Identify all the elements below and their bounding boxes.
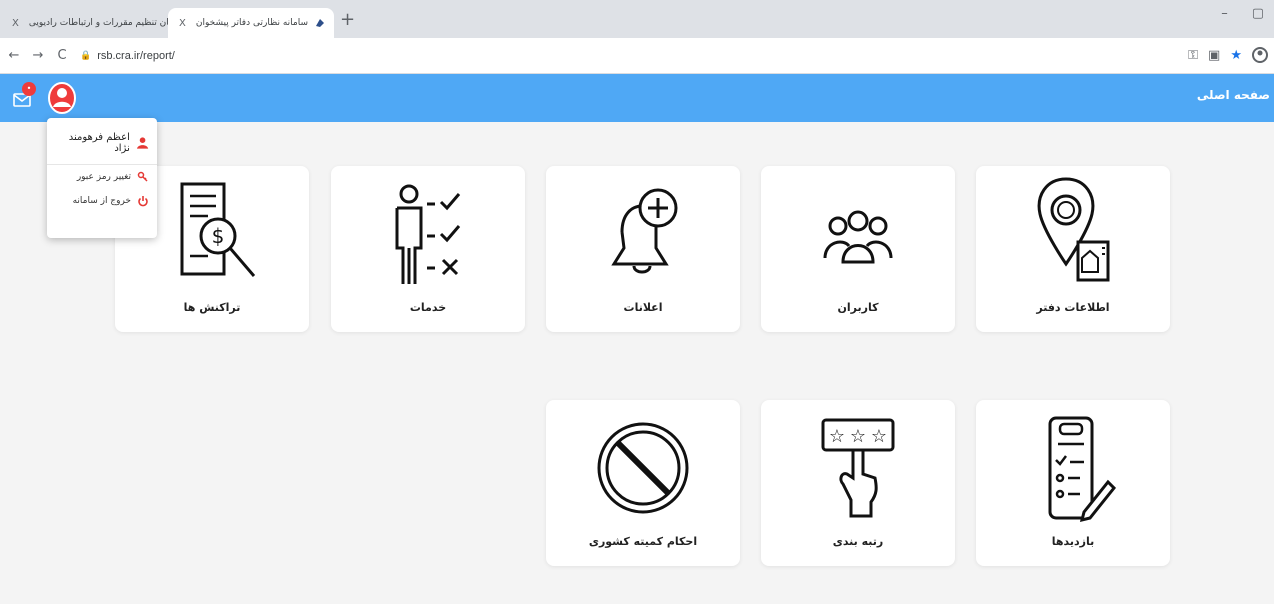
card-users[interactable]: کاربران [761, 166, 955, 332]
user-menu: اعظم فرهومند نژاد تغییر رمز عبور خروج از… [47, 118, 157, 238]
location-building-icon [1037, 177, 1110, 282]
translate-icon[interactable]: ▣ [1208, 48, 1220, 63]
home-link[interactable]: صفحه اصلی [1197, 88, 1270, 102]
checklist-pencil-icon [1048, 416, 1117, 523]
card-label: تراکنش ها [183, 301, 241, 314]
tab-close-icon[interactable]: X [179, 18, 186, 29]
person-checklist-icon [395, 184, 461, 284]
browser-toolbar: ← → C 🔒 rsb.cra.ir/report/ ⚿ ▣ ★ [0, 38, 1274, 74]
svg-text:$: $ [212, 224, 225, 248]
user-name-row: اعظم فرهومند نژاد [47, 118, 157, 165]
logout-item[interactable]: خروج از سامانه [47, 189, 157, 213]
svg-text:☆: ☆ [829, 426, 845, 447]
logout-label: خروج از سامانه [72, 196, 131, 206]
user-avatar-icon[interactable] [46, 80, 78, 116]
restore-button[interactable]: ▢ [1252, 6, 1264, 21]
card-label: رتبه بندی [832, 535, 884, 548]
user-name: اعظم فرهومند نژاد [68, 132, 130, 154]
person-icon [136, 137, 149, 149]
tab-title: سامانه نظارتی دفاتر پیشخوان [195, 18, 308, 28]
bookmark-star-icon[interactable]: ★ [1230, 48, 1242, 63]
key-icon[interactable]: ⚿ [1188, 48, 1198, 63]
notification-badge: • [22, 82, 36, 96]
document-dollar-search-icon: $ [180, 182, 256, 277]
browser-tab-strip: سازمان تنظیم مقررات و ارتباطات رادیویی X… [0, 0, 1274, 38]
new-tab-button[interactable]: + [340, 11, 355, 29]
address-bar[interactable]: 🔒 rsb.cra.ir/report/ [80, 50, 175, 62]
card-label: اعلانات [623, 301, 663, 314]
card-ranking[interactable]: ☆ ☆ ☆ رتبه بندی [761, 400, 955, 566]
bell-plus-icon [611, 188, 678, 274]
power-icon [138, 196, 148, 207]
key-icon [137, 171, 148, 182]
tab-title: سازمان تنظیم مقررات و ارتباطات رادیویی [28, 18, 189, 28]
card-services[interactable]: خدمات [331, 166, 525, 332]
tab-close-icon[interactable]: X [12, 18, 19, 29]
card-label: خدمات [409, 301, 447, 314]
card-label: اطلاعات دفتر [1036, 301, 1110, 314]
lock-icon: 🔒 [80, 50, 92, 60]
svg-text:☆: ☆ [850, 426, 866, 447]
prohibited-icon [597, 422, 689, 514]
app-header: • صفحه اصلی [0, 74, 1274, 122]
back-button[interactable]: ← [4, 48, 24, 63]
url-text: rsb.cra.ir/report/ [97, 49, 175, 62]
minimize-button[interactable]: – [1221, 6, 1228, 21]
card-label: احکام کمیته کشوری [588, 535, 698, 548]
card-label: کاربران [837, 301, 879, 314]
card-visits[interactable]: بازدیدها [976, 400, 1170, 566]
reload-button[interactable]: C [52, 48, 72, 63]
card-notifications[interactable]: اعلانات [546, 166, 740, 332]
card-label: بازدیدها [1051, 535, 1095, 548]
stars-hand-icon: ☆ ☆ ☆ [821, 418, 895, 518]
page-content: • صفحه اصلی اعظم فرهومند نژاد تغییر رمز … [0, 74, 1274, 604]
profile-icon[interactable] [1252, 47, 1268, 63]
change-password-label: تغییر رمز عبور [76, 172, 131, 182]
svg-text:☆: ☆ [871, 426, 887, 447]
card-rulings[interactable]: احکام کمیته کشوری [546, 400, 740, 566]
rsb-favicon-icon [316, 19, 324, 27]
forward-button[interactable]: → [28, 48, 48, 63]
window-controls: – ▢ [1221, 6, 1264, 21]
card-office-info[interactable]: اطلاعات دفتر [976, 166, 1170, 332]
users-group-icon [823, 210, 893, 264]
change-password-item[interactable]: تغییر رمز عبور [47, 165, 157, 189]
toolbar-actions: ⚿ ▣ ★ [1188, 47, 1268, 63]
tab-rsb[interactable]: سامانه نظارتی دفاتر پیشخوان X [168, 8, 334, 38]
